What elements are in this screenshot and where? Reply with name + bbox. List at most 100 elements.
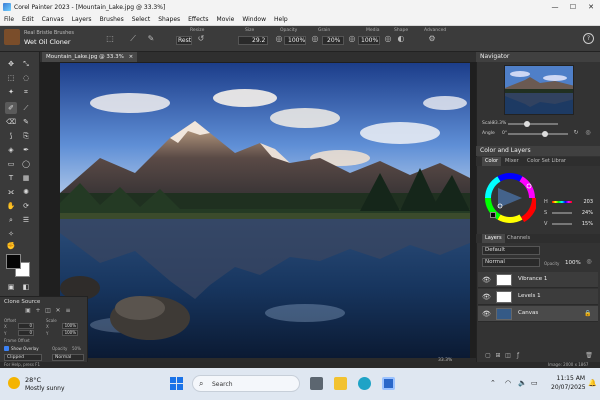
reset-icon[interactable]: ↺ (196, 34, 206, 44)
pencil-icon[interactable]: ✎ (20, 116, 32, 128)
grabber-icon[interactable]: ☰ (20, 214, 32, 226)
flow-map-icon[interactable]: ◧ (20, 281, 32, 293)
current-color-swatch[interactable] (490, 212, 496, 218)
color-layers-header[interactable]: Color and Layers (476, 146, 600, 156)
nav-scale-slider[interactable] (508, 123, 558, 125)
opacity-slider-icon[interactable]: ◎ (585, 258, 593, 266)
volume-icon[interactable]: 🔈 (518, 379, 527, 387)
stroke-icon[interactable]: ⟋ (128, 34, 138, 44)
cloner-icon[interactable]: ⎘ (20, 130, 32, 142)
clone-add-icon[interactable]: + (34, 307, 42, 315)
v-value[interactable]: 15% (575, 221, 593, 227)
painter-app-icon[interactable] (382, 377, 395, 390)
wifi-icon[interactable]: ◠ (505, 379, 511, 387)
scale-y-field[interactable]: 100% (62, 330, 78, 336)
transform-tool-icon[interactable]: ⤡ (20, 58, 32, 70)
weather-temp[interactable]: 28°C (25, 376, 41, 384)
layer-row[interactable]: 👁 Levels 1 (478, 289, 598, 305)
lock-icon[interactable]: 🔒 (584, 310, 591, 317)
menu-movie[interactable]: Movie (217, 16, 235, 23)
mirror-icon[interactable]: ⟗ (5, 186, 17, 198)
kaleidoscope-icon[interactable]: ✺ (20, 186, 32, 198)
shape-ellipse-icon[interactable]: ◯ (20, 158, 32, 170)
navigator-header[interactable]: Navigator (476, 52, 600, 62)
nav-angle-knob[interactable] (542, 131, 548, 137)
notification-bell-icon[interactable]: 🔔 (588, 379, 597, 387)
show-overlay-checkbox[interactable] (4, 346, 9, 351)
clone-source-image-icon[interactable]: ▣ (24, 307, 32, 315)
advanced-settings-icon[interactable]: ⚙ (427, 34, 437, 44)
clock-time[interactable]: 11:15 AM (551, 375, 585, 382)
tab-mixer[interactable]: Mixer (502, 157, 522, 166)
task-view-icon[interactable] (310, 377, 323, 390)
minimize-button[interactable]: — (546, 0, 564, 14)
taskbar-search[interactable]: ⌕ Search (192, 375, 300, 392)
paint-bucket-icon[interactable]: ◈ (5, 144, 17, 156)
nav-options-icon[interactable]: ◎ (584, 129, 592, 137)
document-tab-close-icon[interactable]: × (129, 54, 134, 60)
crop-icon[interactable]: ⌗ (20, 86, 32, 98)
main-color-swatch[interactable] (6, 254, 21, 269)
menu-help[interactable]: Help (274, 16, 288, 23)
menu-canvas[interactable]: Canvas (42, 16, 64, 23)
help-button[interactable]: ? (583, 33, 594, 44)
new-layer-icon[interactable]: ▢ (484, 352, 492, 360)
tab-layers[interactable]: Layers (482, 234, 505, 243)
document-tab[interactable]: Mountain_Lake.jpg @ 33.3% × (42, 52, 138, 62)
clone-source-icon[interactable]: ◫ (44, 307, 52, 315)
brush-selector-icon[interactable] (4, 29, 20, 45)
nav-reset-icon[interactable]: ↻ (572, 129, 580, 137)
scale-x-field[interactable]: 100% (62, 323, 78, 329)
sample-color-icon[interactable]: ✧ (5, 228, 17, 240)
grain-knob-icon[interactable]: ◎ (347, 34, 357, 44)
offset-y-field[interactable]: 0 (18, 330, 34, 336)
start-button-icon[interactable] (170, 377, 184, 391)
rotate-page-icon[interactable]: ⟳ (20, 200, 32, 212)
menu-effects[interactable]: Effects (188, 16, 208, 23)
tray-chevron-icon[interactable]: ⌃ (490, 379, 496, 387)
size-knob-icon[interactable]: ◎ (274, 34, 284, 44)
menu-select[interactable]: Select (132, 16, 151, 23)
layer-category-dropdown[interactable]: Default (482, 246, 540, 255)
clock-date[interactable]: 20/07/2025 (551, 384, 586, 391)
move-tool-icon[interactable]: ✥ (5, 58, 17, 70)
s-slider[interactable] (552, 212, 572, 214)
menu-brushes[interactable]: Brushes (100, 16, 124, 23)
menu-file[interactable]: File (4, 16, 14, 23)
file-explorer-icon[interactable] (334, 377, 347, 390)
close-button[interactable]: ✕ (582, 0, 600, 14)
clone-delete-icon[interactable]: ✕ (54, 307, 62, 315)
divine-proportion-icon[interactable]: ▦ (20, 172, 32, 184)
menu-window[interactable]: Window (242, 16, 266, 23)
tab-color[interactable]: Color (482, 157, 502, 166)
text-tool-icon[interactable]: T (5, 172, 17, 184)
overlay-mode-dropdown[interactable]: Clipped (4, 354, 42, 361)
tab-color-set-library[interactable]: Color Set Librar (524, 157, 569, 166)
s-value[interactable]: 24% (575, 210, 593, 216)
layer-fx-icon[interactable]: ƒ (514, 352, 522, 360)
layer-row[interactable]: 👁 Vibrance 1 (478, 272, 598, 288)
menu-layers[interactable]: Layers (72, 16, 92, 23)
shape-icon[interactable]: ◐ (396, 34, 406, 44)
maximize-button[interactable]: ☐ (564, 0, 582, 14)
eraser-icon[interactable]: ⌫ (5, 116, 17, 128)
weather-desc[interactable]: Mostly sunny (25, 385, 65, 392)
brush-dab-icon[interactable]: ⬚ (105, 34, 115, 44)
lasso-icon[interactable]: ◌ (20, 72, 32, 84)
overlay-blend-dropdown[interactable]: Normal (52, 354, 84, 361)
media-knob-icon[interactable]: ◎ (383, 34, 393, 44)
brush-category[interactable]: Real Bristle Brushes (24, 30, 74, 36)
blender-icon[interactable]: ⟆ (5, 130, 17, 142)
h-value[interactable]: 203 (575, 199, 593, 205)
layer-group-icon[interactable]: ⊞ (494, 352, 502, 360)
edge-browser-icon[interactable] (358, 377, 371, 390)
canvas-image[interactable] (60, 63, 470, 358)
visibility-eye-icon[interactable]: 👁 (482, 276, 491, 284)
layer-row[interactable]: 👁 Canvas 🔒 (478, 306, 598, 322)
shape-rect-icon[interactable]: ▭ (5, 158, 17, 170)
blend-mode-dropdown[interactable]: Normal (482, 258, 540, 267)
magic-wand-icon[interactable]: ✦ (5, 86, 17, 98)
layer-mask-icon[interactable]: ◫ (504, 352, 512, 360)
nav-angle-slider[interactable] (508, 133, 568, 135)
h-slider[interactable] (552, 201, 572, 203)
